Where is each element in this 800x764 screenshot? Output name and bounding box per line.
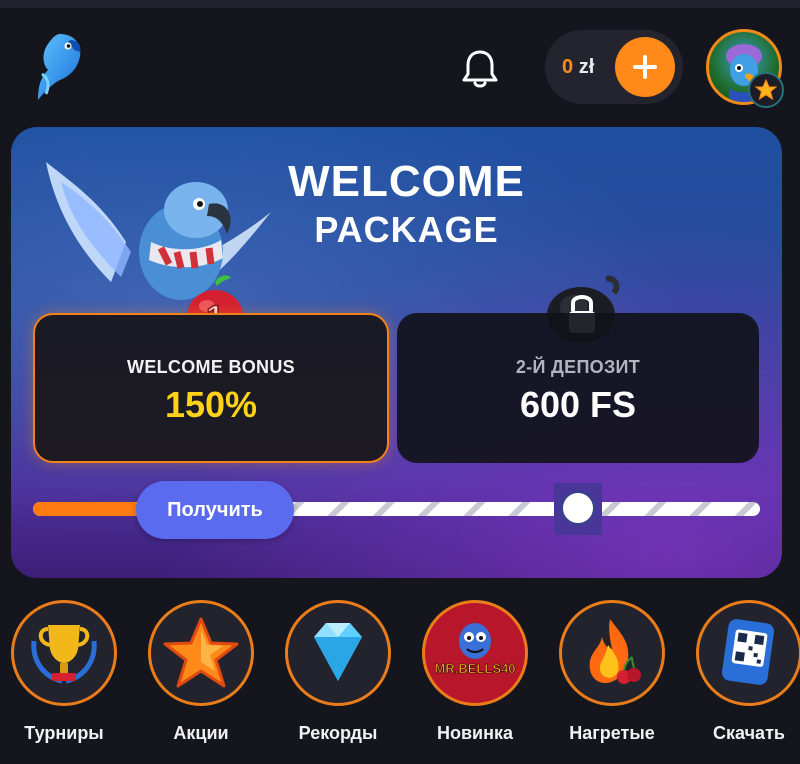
qr-code-icon — [696, 600, 800, 706]
banner-title-package: PACKAGE — [314, 209, 499, 250]
balance-amount: 0 zł — [562, 56, 608, 79]
category-label: Скачать — [713, 723, 785, 743]
diamond-icon — [285, 600, 391, 706]
category-download[interactable]: Скачать — [694, 599, 800, 759]
category-label: Новинка — [436, 723, 514, 743]
deposit-plus-button[interactable] — [615, 37, 675, 97]
banner-title-welcome: WELCOME — [288, 157, 525, 206]
welcome-bonus-label: WELCOME BONUS — [127, 356, 295, 377]
top-bar — [0, 0, 800, 8]
game-logo-text: MR.BELLS40 — [435, 661, 516, 676]
category-records[interactable]: Рекорды — [283, 599, 393, 759]
balance-pill[interactable]: 0 zł — [545, 30, 683, 104]
welcome-bonus-card[interactable]: WELCOME BONUS 150% — [33, 313, 389, 463]
progress-knob[interactable] — [560, 490, 596, 526]
notifications-bell-icon[interactable] — [455, 44, 505, 94]
second-deposit-label: 2-Й ДЕПОЗИТ — [515, 356, 641, 377]
category-label: Акции — [173, 723, 229, 743]
trophy-icon — [11, 600, 117, 706]
category-label: Нагретые — [569, 723, 655, 743]
level-star-badge-icon — [748, 72, 784, 108]
second-deposit-card[interactable]: 2-Й ДЕПОЗИТ 600 FS — [397, 313, 759, 463]
category-tournaments[interactable]: Турниры — [9, 599, 119, 759]
claim-bonus-button[interactable]: Получить — [136, 481, 294, 539]
category-new[interactable]: MR.BELLS40 Новинка — [420, 599, 530, 759]
category-label: Рекорды — [298, 723, 378, 743]
category-promotions[interactable]: Акции — [146, 599, 256, 759]
category-hot[interactable]: Нагретые — [557, 599, 667, 759]
fire-icon — [559, 600, 665, 706]
second-deposit-value: 600 FS — [519, 383, 637, 425]
bonus-progress-fill — [33, 502, 142, 516]
star-icon — [148, 600, 254, 706]
balance-value: 0 — [562, 55, 574, 78]
parrot-logo-icon[interactable] — [30, 28, 86, 104]
category-label: Турниры — [24, 723, 104, 743]
mr-bells-game-icon: MR.BELLS40 — [422, 600, 528, 706]
welcome-bonus-value: 150% — [164, 383, 258, 425]
welcome-package-banner[interactable]: 1 WELCOME PACKAGE WELCOME BONUS 150% 2-Й… — [11, 127, 782, 578]
plus-icon — [633, 55, 657, 79]
balance-currency: zł — [578, 55, 595, 78]
